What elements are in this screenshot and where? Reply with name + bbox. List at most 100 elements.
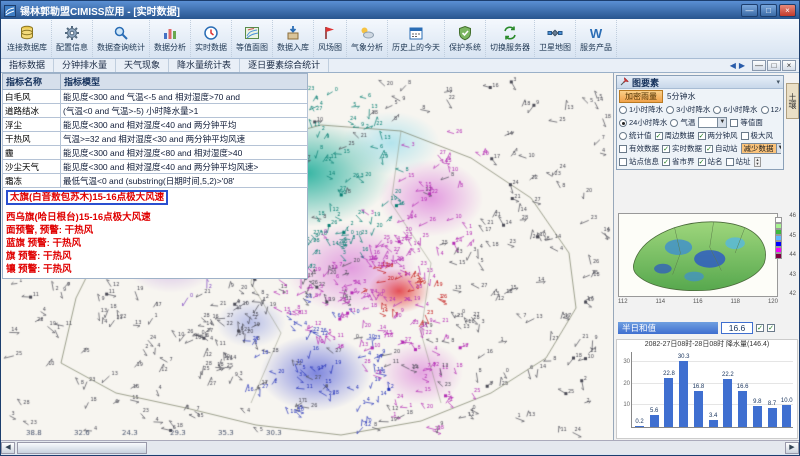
mdi-minimize-button[interactable]: —: [752, 60, 766, 71]
toolbar-gear-button[interactable]: 配置信息: [52, 20, 93, 57]
elements-panel-header[interactable]: 图要素 ▾: [617, 76, 783, 89]
panel-combo[interactable]: 减少数据▼: [741, 143, 782, 154]
elements-panel: 图要素 ▾ 加密雨量5分钟水1小时降水3小时降水6小时降水12小时降水24小时降…: [616, 75, 784, 170]
minimize-button[interactable]: —: [741, 4, 758, 17]
indicator-row[interactable]: 白毛风能见度<300 and 气温<-5 and 相对湿度>70 and: [3, 90, 308, 104]
weather-map[interactable]: 指标名称 指标模型 白毛风能见度<300 and 气温<-5 and 相对湿度>…: [1, 73, 613, 440]
halfday-checkbox[interactable]: ✓: [767, 324, 775, 332]
toolbar-wind-button[interactable]: 风场图: [314, 20, 347, 57]
inset-xticks: 112114116118120: [618, 299, 778, 305]
alert-line[interactable]: 旗 预警: 干热风: [6, 250, 304, 263]
indicator-name: 道路结冰: [3, 104, 61, 118]
toolbar-label: 配置信息: [56, 42, 88, 53]
toolbar-label: 数据分析: [154, 42, 186, 53]
tab-5[interactable]: 逐日要素综合统计: [240, 59, 329, 72]
horizontal-scrollbar[interactable]: ◀ ▶: [1, 440, 799, 454]
indicator-row[interactable]: 霜冻最低气温<0 and (substring(日期时间,5,2)>'08': [3, 174, 308, 188]
toolbar-database-button[interactable]: 连接数据库: [3, 20, 52, 57]
close-button[interactable]: ×: [779, 4, 796, 17]
panel-title: 图要素: [632, 76, 659, 89]
toolbar: 连接数据库配置信息数据查询统计数据分析实时数据等值面图数据入库风场图气象分析历史…: [1, 19, 799, 59]
satellite-icon: [547, 25, 563, 41]
indicator-name: 沙尘天气: [3, 160, 61, 174]
indicator-row[interactable]: 霾能见度<300 and 相对湿度<80 and 相对湿度>40: [3, 146, 308, 160]
toolbar-shield-button[interactable]: 保护系统: [445, 20, 486, 57]
radio-统计值[interactable]: 统计值: [619, 130, 652, 141]
mdi-close-button[interactable]: ×: [782, 60, 796, 71]
indicator-row[interactable]: 浮尘能见度<300 and 相对湿度<40 and 两分钟平均: [3, 118, 308, 132]
contour-icon: [244, 25, 260, 41]
checkbox-省市界[interactable]: ✓省市界: [662, 156, 695, 167]
radio-3小时降水[interactable]: 3小时降水: [666, 104, 710, 115]
tab-3[interactable]: 天气现象: [116, 59, 169, 72]
panel-combo[interactable]: ▼: [698, 117, 727, 128]
toolbar-contour-button[interactable]: 等值面图: [232, 20, 273, 57]
checkbox-极大风[interactable]: 极大风: [741, 130, 774, 141]
toolbar-weather-button[interactable]: 气象分析: [347, 20, 388, 57]
scrollbar-track[interactable]: [15, 442, 785, 454]
toolbar-label: 连接数据库: [7, 42, 47, 53]
toolbar-switch-button[interactable]: 切换服务器: [486, 20, 535, 57]
indicator-name-header: 指标名称: [3, 74, 61, 90]
alert-line[interactable]: 镶 预警: 干热风: [6, 263, 304, 276]
mdi-controls: — □ ×: [752, 60, 796, 71]
tabs-prev-button[interactable]: ◀: [730, 61, 736, 70]
tab-soil[interactable]: 土壤: [786, 83, 799, 119]
indicator-row[interactable]: 干热风气温>=32 and 相对湿度<30 and 两分钟平均风速: [3, 132, 308, 146]
toolbar-satellite-button[interactable]: 卫星地图: [535, 20, 576, 57]
bar: [723, 379, 732, 427]
radio-1小时降水[interactable]: 1小时降水: [619, 104, 663, 115]
checkbox-自动站[interactable]: ✓自动站: [705, 143, 738, 154]
toolbar-search-button[interactable]: 数据查询统计: [93, 20, 150, 57]
scrollbar-thumb[interactable]: [17, 442, 147, 454]
toolbar-products-button[interactable]: W服务产品: [576, 20, 617, 57]
checkbox-站址[interactable]: 站址: [726, 156, 751, 167]
mdi-restore-button[interactable]: □: [767, 60, 781, 71]
halfday-checks: ✓✓: [756, 324, 775, 332]
checkbox-实时数据[interactable]: ✓实时数据: [662, 143, 702, 154]
indicator-name: 霾: [3, 146, 61, 160]
toolbar-label: 服务产品: [580, 42, 612, 53]
inset-legend: [775, 217, 782, 259]
indicator-row[interactable]: 道路结冰(气温<0 and 气温>-5) 小时降水量>1: [3, 104, 308, 118]
alert-line[interactable]: 太旗(白音敖包苏木)15-16点极大风速: [6, 190, 168, 205]
toolbar-history-button[interactable]: 历史上的今天: [388, 20, 445, 57]
radio-6小时降水[interactable]: 6小时降水: [713, 104, 757, 115]
toolbar-analyze-button[interactable]: 数据分析: [150, 20, 191, 57]
checkbox-有效数据[interactable]: 有效数据: [619, 143, 659, 154]
halfday-checkbox[interactable]: ✓: [756, 324, 764, 332]
bar: [782, 405, 791, 427]
scroll-right-button[interactable]: ▶: [785, 442, 799, 454]
toolbar-import-button[interactable]: 数据入库: [273, 20, 314, 57]
tab-1[interactable]: 指标数据: [1, 59, 54, 72]
panel-button[interactable]: 加密雨量: [619, 90, 663, 103]
checkbox-等值面[interactable]: 等值面: [730, 117, 763, 128]
radio-12小时降水[interactable]: 12小时降水: [761, 104, 781, 115]
indicator-model: 能见度<300 and 相对湿度<80 and 相对湿度>40: [61, 146, 308, 160]
radio-24小时降水[interactable]: 24小时降水: [619, 117, 667, 128]
indicator-name: 干热风: [3, 132, 61, 146]
alert-line[interactable]: 蓝旗 预警: 干热风: [6, 237, 304, 250]
tabs-next-button[interactable]: ▶: [739, 61, 745, 70]
toolbar-realtime-button[interactable]: 实时数据: [191, 20, 232, 57]
bar: [650, 415, 659, 427]
svg-text:W: W: [590, 26, 603, 41]
toolbar-label: 历史上的今天: [392, 42, 440, 53]
checkbox-站名[interactable]: ✓站名: [698, 156, 723, 167]
checkbox-周边数据[interactable]: ✓周边数据: [655, 130, 695, 141]
scroll-left-button[interactable]: ◀: [1, 442, 15, 454]
checkbox-两分钟风[interactable]: ✓两分钟风: [698, 130, 738, 141]
tab-row: 指标数据分钟排水量天气现象降水量统计表逐日要素综合统计 ◀ ▶ — □ ×: [1, 59, 799, 73]
indicator-row[interactable]: 沙尘天气能见度<300 and 相对湿度<40 and 两分钟平均风速>: [3, 160, 308, 174]
tab-2[interactable]: 分钟排水量: [54, 59, 116, 72]
alert-line[interactable]: 西乌旗(哈日根台)15-16点极大风速: [6, 211, 304, 224]
maximize-button[interactable]: □: [760, 4, 777, 17]
alert-line[interactable]: 面预警, 预警: 干热风: [6, 224, 304, 237]
panel-pin-icon[interactable]: ▾: [776, 78, 780, 86]
radio-气温[interactable]: 气温: [670, 117, 695, 128]
checkbox-站点信息[interactable]: 站点信息: [619, 156, 659, 167]
stepper[interactable]: ▲▼: [754, 157, 762, 167]
tab-4[interactable]: 降水量统计表: [169, 59, 240, 72]
precip-bar-chart: 2082-27日08时-28日08时 降水量(146.4) 1020300.25…: [616, 339, 798, 439]
weather-icon: [359, 25, 375, 41]
